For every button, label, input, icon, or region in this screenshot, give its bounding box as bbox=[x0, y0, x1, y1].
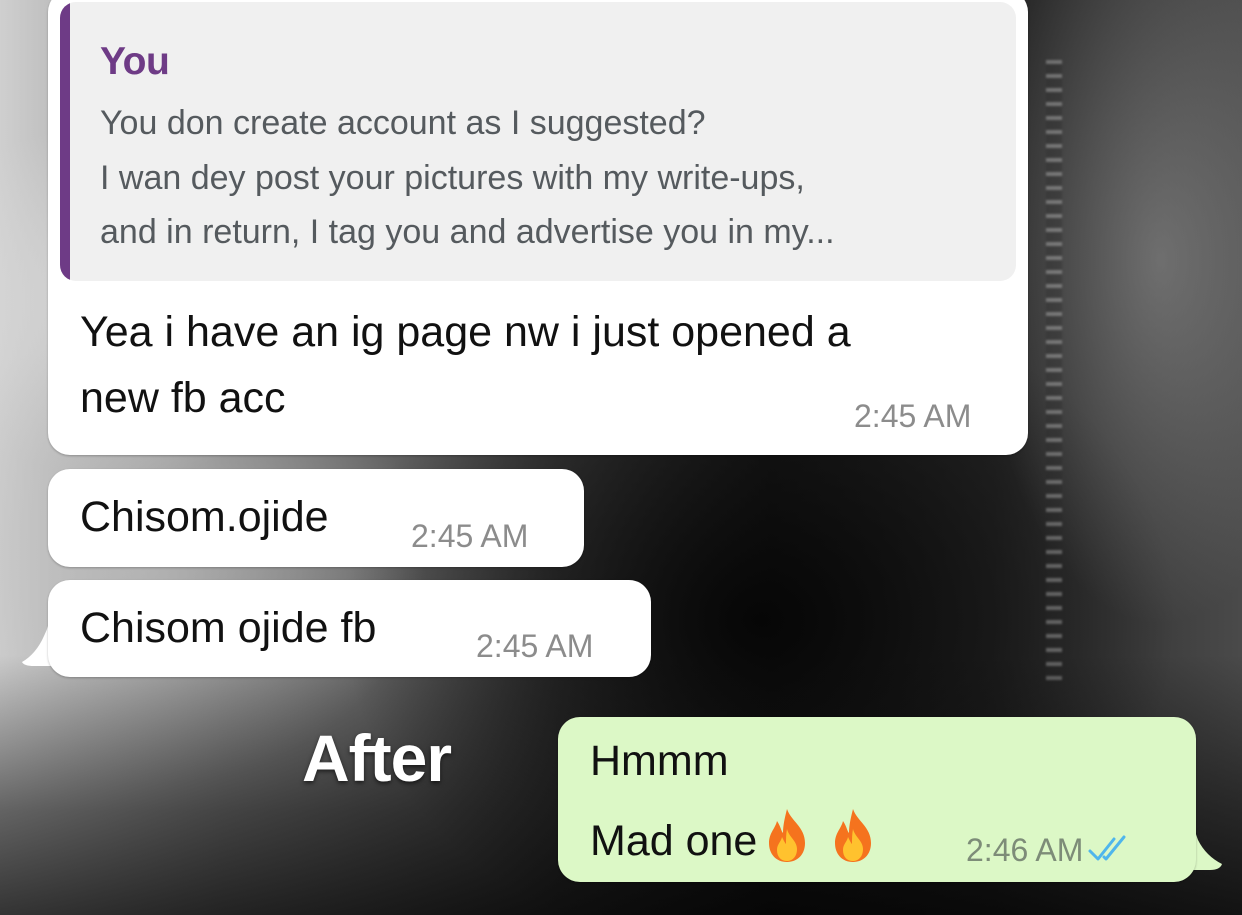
incoming-message-bubble[interactable]: You You don create account as I suggeste… bbox=[48, 0, 1028, 455]
incoming-message-bubble[interactable]: Chisom ojide fb 2:45 AM bbox=[48, 580, 651, 677]
read-double-check-icon bbox=[1088, 835, 1126, 861]
message-timestamp: 2:45 AM bbox=[854, 398, 972, 434]
message-text-line: Hmmm bbox=[590, 737, 729, 785]
message-text-line: Yea i have an ig page nw i just opened a bbox=[80, 308, 851, 356]
fire-icon bbox=[835, 809, 872, 862]
message-text: Chisom.ojide bbox=[80, 493, 329, 541]
message-text-line: new fb acc bbox=[80, 374, 286, 422]
message-meta: 2:46 AM bbox=[966, 832, 1131, 869]
incoming-message-bubble[interactable]: Chisom.ojide 2:45 AM bbox=[48, 469, 584, 567]
quote-text-line: I wan dey post your pictures with my wri… bbox=[100, 159, 805, 197]
quote-author: You bbox=[100, 40, 170, 83]
overlay-caption: After bbox=[302, 721, 452, 795]
outgoing-message-bubble[interactable]: Hmmm Mad one 2:46 AM bbox=[558, 717, 1196, 882]
quoted-message[interactable]: You You don create account as I suggeste… bbox=[60, 2, 1016, 281]
wallpaper-detail bbox=[1046, 60, 1062, 680]
quote-accent-bar bbox=[60, 2, 70, 281]
message-text: Chisom ojide fb bbox=[80, 604, 377, 652]
quote-text-line: and in return, I tag you and advertise y… bbox=[100, 213, 835, 251]
message-text-line: Mad one bbox=[590, 807, 875, 866]
message-timestamp: 2:45 AM bbox=[476, 628, 594, 664]
fire-icon bbox=[769, 809, 806, 862]
quote-text-line: You don create account as I suggested? bbox=[100, 104, 706, 142]
message-text: Mad one bbox=[590, 817, 758, 865]
message-timestamp: 2:45 AM bbox=[411, 518, 529, 554]
message-timestamp: 2:46 AM bbox=[966, 832, 1084, 868]
